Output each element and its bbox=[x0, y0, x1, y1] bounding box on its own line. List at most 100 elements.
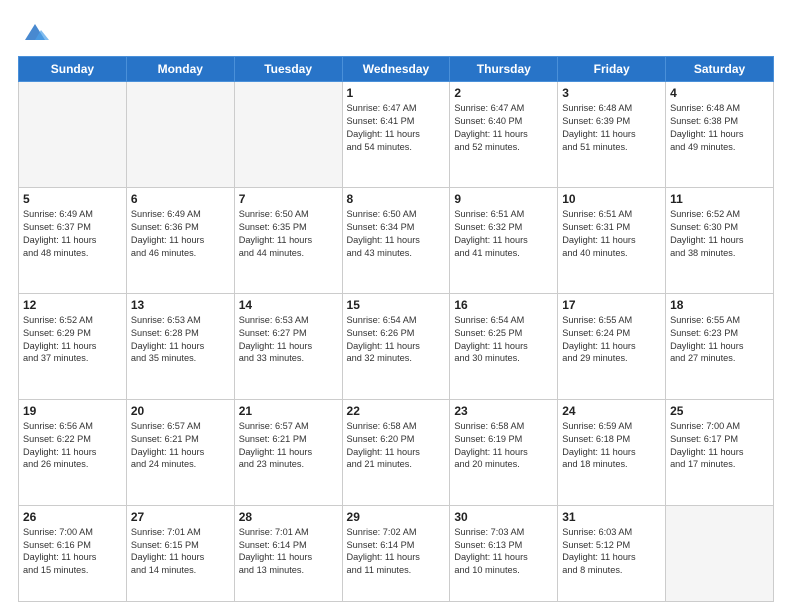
calendar-cell: 15Sunrise: 6:54 AM Sunset: 6:26 PM Dayli… bbox=[342, 293, 450, 399]
day-info: Sunrise: 6:47 AM Sunset: 6:41 PM Dayligh… bbox=[347, 102, 446, 154]
day-info: Sunrise: 6:55 AM Sunset: 6:23 PM Dayligh… bbox=[670, 314, 769, 366]
day-number: 30 bbox=[454, 510, 553, 524]
day-number: 2 bbox=[454, 86, 553, 100]
day-number: 25 bbox=[670, 404, 769, 418]
day-info: Sunrise: 6:51 AM Sunset: 6:31 PM Dayligh… bbox=[562, 208, 661, 260]
calendar-cell: 18 Sunrise: 6:55 AM Sunset: 6:23 PM Dayli… bbox=[666, 293, 774, 399]
calendar-table: SundayMondayTuesdayWednesdayThursdayFrid… bbox=[18, 56, 774, 602]
calendar-cell: 21 Sunrise: 6:57 AM Sunset: 6:21 PM Dayli… bbox=[234, 399, 342, 505]
day-info: Sunrise: 6:03 AM Sunset: 5:12 PM Dayligh… bbox=[562, 526, 661, 578]
calendar-cell: 3 Sunrise: 6:48 AM Sunset: 6:39 PM Daylig… bbox=[558, 82, 666, 188]
day-info: Sunrise: 6:54 AM Sunset: 6:25 PM Dayligh… bbox=[454, 314, 553, 366]
logo bbox=[18, 18, 49, 46]
calendar-week-row: 5 Sunrise: 6:49 AM Sunset: 6:37 PM Daylig… bbox=[19, 187, 774, 293]
day-info: Sunrise: 6:47 AM Sunset: 6:40 PM Dayligh… bbox=[454, 102, 553, 154]
day-number: 29 bbox=[347, 510, 446, 524]
day-info: Sunrise: 6:57 AM Sunset: 6:21 PM Dayligh… bbox=[131, 420, 230, 472]
day-number: 27 bbox=[131, 510, 230, 524]
weekday-header-row: SundayMondayTuesdayWednesdayThursdayFrid… bbox=[19, 57, 774, 82]
day-number: 1 bbox=[347, 86, 446, 100]
day-number: 8 bbox=[347, 192, 446, 206]
day-info: Sunrise: 7:00 AM Sunset: 6:17 PM Dayligh… bbox=[670, 420, 769, 472]
calendar-cell: 14 Sunrise: 6:53 AM Sunset: 6:27 PM Dayli… bbox=[234, 293, 342, 399]
day-number: 13 bbox=[131, 298, 230, 312]
calendar-cell bbox=[666, 505, 774, 601]
day-number: 7 bbox=[239, 192, 338, 206]
day-info: Sunrise: 6:52 AM Sunset: 6:30 PM Dayligh… bbox=[670, 208, 769, 260]
day-info: Sunrise: 6:48 AM Sunset: 6:39 PM Dayligh… bbox=[562, 102, 661, 154]
day-info: Sunrise: 6:53 AM Sunset: 6:28 PM Dayligh… bbox=[131, 314, 230, 366]
logo-icon bbox=[21, 18, 49, 46]
day-info: Sunrise: 6:49 AM Sunset: 6:37 PM Dayligh… bbox=[23, 208, 122, 260]
day-info: Sunrise: 7:02 AM Sunset: 6:14 PM Dayligh… bbox=[347, 526, 446, 578]
calendar-week-row: 19 Sunrise: 6:56 AM Sunset: 6:22 PM Dayli… bbox=[19, 399, 774, 505]
calendar-cell: 8 Sunrise: 6:50 AM Sunset: 6:34 PM Daylig… bbox=[342, 187, 450, 293]
weekday-header-monday: Monday bbox=[126, 57, 234, 82]
weekday-header-wednesday: Wednesday bbox=[342, 57, 450, 82]
calendar-cell: 29 Sunrise: 7:02 AM Sunset: 6:14 PM Dayli… bbox=[342, 505, 450, 601]
day-info: Sunrise: 6:49 AM Sunset: 6:36 PM Dayligh… bbox=[131, 208, 230, 260]
calendar-cell: 9 Sunrise: 6:51 AM Sunset: 6:32 PM Daylig… bbox=[450, 187, 558, 293]
day-number: 11 bbox=[670, 192, 769, 206]
calendar-cell: 30 Sunrise: 7:03 AM Sunset: 6:13 PM Dayli… bbox=[450, 505, 558, 601]
day-number: 31 bbox=[562, 510, 661, 524]
calendar-cell: 4 Sunrise: 6:48 AM Sunset: 6:38 PM Daylig… bbox=[666, 82, 774, 188]
weekday-header-saturday: Saturday bbox=[666, 57, 774, 82]
calendar-cell: 19 Sunrise: 6:56 AM Sunset: 6:22 PM Dayli… bbox=[19, 399, 127, 505]
day-info: Sunrise: 6:48 AM Sunset: 6:38 PM Dayligh… bbox=[670, 102, 769, 154]
day-number: 26 bbox=[23, 510, 122, 524]
calendar-cell: 6 Sunrise: 6:49 AM Sunset: 6:36 PM Daylig… bbox=[126, 187, 234, 293]
calendar-cell: 1 Sunrise: 6:47 AM Sunset: 6:41 PM Daylig… bbox=[342, 82, 450, 188]
weekday-header-thursday: Thursday bbox=[450, 57, 558, 82]
day-info: Sunrise: 6:56 AM Sunset: 6:22 PM Dayligh… bbox=[23, 420, 122, 472]
day-number: 5 bbox=[23, 192, 122, 206]
calendar-cell: 2 Sunrise: 6:47 AM Sunset: 6:40 PM Daylig… bbox=[450, 82, 558, 188]
day-info: Sunrise: 6:50 AM Sunset: 6:35 PM Dayligh… bbox=[239, 208, 338, 260]
calendar-cell: 23 Sunrise: 6:58 AM Sunset: 6:19 PM Dayli… bbox=[450, 399, 558, 505]
day-number: 3 bbox=[562, 86, 661, 100]
calendar-week-row: 12Sunrise: 6:52 AM Sunset: 6:29 PM Dayli… bbox=[19, 293, 774, 399]
calendar-week-row: 26 Sunrise: 7:00 AM Sunset: 6:16 PM Dayli… bbox=[19, 505, 774, 601]
day-info: Sunrise: 7:01 AM Sunset: 6:15 PM Dayligh… bbox=[131, 526, 230, 578]
day-number: 23 bbox=[454, 404, 553, 418]
calendar-cell: 16 Sunrise: 6:54 AM Sunset: 6:25 PM Dayli… bbox=[450, 293, 558, 399]
calendar-cell: 28Sunrise: 7:01 AM Sunset: 6:14 PM Dayli… bbox=[234, 505, 342, 601]
day-info: Sunrise: 6:58 AM Sunset: 6:19 PM Dayligh… bbox=[454, 420, 553, 472]
day-info: Sunrise: 6:50 AM Sunset: 6:34 PM Dayligh… bbox=[347, 208, 446, 260]
day-info: Sunrise: 7:03 AM Sunset: 6:13 PM Dayligh… bbox=[454, 526, 553, 578]
day-number: 15 bbox=[347, 298, 446, 312]
day-number: 10 bbox=[562, 192, 661, 206]
calendar-cell: 27 Sunrise: 7:01 AM Sunset: 6:15 PM Dayli… bbox=[126, 505, 234, 601]
page: SundayMondayTuesdayWednesdayThursdayFrid… bbox=[0, 0, 792, 612]
day-number: 21 bbox=[239, 404, 338, 418]
day-number: 12 bbox=[23, 298, 122, 312]
day-info: Sunrise: 6:53 AM Sunset: 6:27 PM Dayligh… bbox=[239, 314, 338, 366]
day-info: Sunrise: 6:57 AM Sunset: 6:21 PM Dayligh… bbox=[239, 420, 338, 472]
calendar-week-row: 1 Sunrise: 6:47 AM Sunset: 6:41 PM Daylig… bbox=[19, 82, 774, 188]
calendar-cell: 10 Sunrise: 6:51 AM Sunset: 6:31 PM Dayli… bbox=[558, 187, 666, 293]
day-info: Sunrise: 6:55 AM Sunset: 6:24 PM Dayligh… bbox=[562, 314, 661, 366]
day-number: 18 bbox=[670, 298, 769, 312]
weekday-header-sunday: Sunday bbox=[19, 57, 127, 82]
calendar-cell: 26 Sunrise: 7:00 AM Sunset: 6:16 PM Dayli… bbox=[19, 505, 127, 601]
day-number: 6 bbox=[131, 192, 230, 206]
calendar-cell: 25 Sunrise: 7:00 AM Sunset: 6:17 PM Dayli… bbox=[666, 399, 774, 505]
day-number: 19 bbox=[23, 404, 122, 418]
calendar-cell: 7 Sunrise: 6:50 AM Sunset: 6:35 PM Daylig… bbox=[234, 187, 342, 293]
day-info: Sunrise: 6:59 AM Sunset: 6:18 PM Dayligh… bbox=[562, 420, 661, 472]
calendar-cell bbox=[234, 82, 342, 188]
day-info: Sunrise: 7:00 AM Sunset: 6:16 PM Dayligh… bbox=[23, 526, 122, 578]
day-number: 4 bbox=[670, 86, 769, 100]
calendar-cell bbox=[19, 82, 127, 188]
day-info: Sunrise: 6:58 AM Sunset: 6:20 PM Dayligh… bbox=[347, 420, 446, 472]
day-number: 14 bbox=[239, 298, 338, 312]
calendar-cell bbox=[126, 82, 234, 188]
day-info: Sunrise: 6:51 AM Sunset: 6:32 PM Dayligh… bbox=[454, 208, 553, 260]
calendar-cell: 5 Sunrise: 6:49 AM Sunset: 6:37 PM Daylig… bbox=[19, 187, 127, 293]
day-number: 16 bbox=[454, 298, 553, 312]
calendar-cell: 13 Sunrise: 6:53 AM Sunset: 6:28 PM Dayli… bbox=[126, 293, 234, 399]
calendar-cell: 11 Sunrise: 6:52 AM Sunset: 6:30 PM Dayli… bbox=[666, 187, 774, 293]
day-number: 9 bbox=[454, 192, 553, 206]
calendar-cell: 31 Sunrise: 6:03 AM Sunset: 5:12 PM Dayli… bbox=[558, 505, 666, 601]
weekday-header-tuesday: Tuesday bbox=[234, 57, 342, 82]
